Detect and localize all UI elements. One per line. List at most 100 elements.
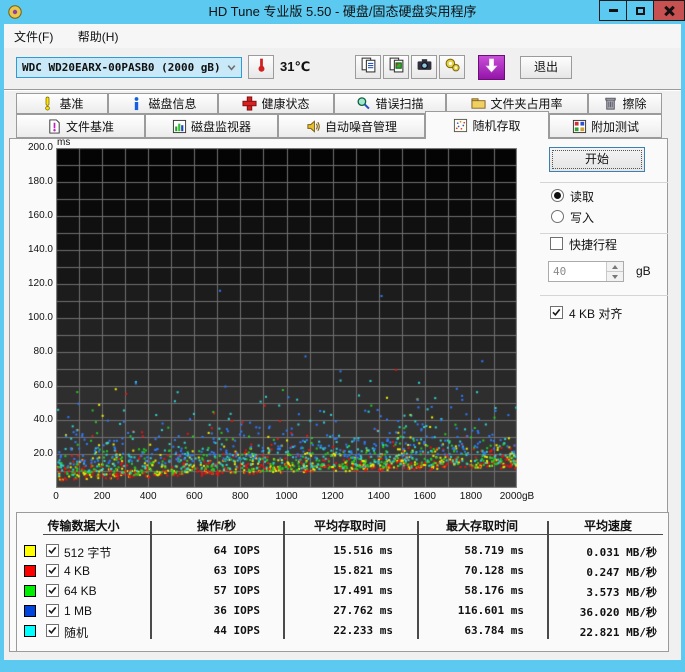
tab-label: 文件夹占用率 [490,97,563,111]
tab-random-access[interactable]: 随机存取 [425,111,549,139]
options-icon [444,56,461,78]
tab-label: 自动噪音管理 [324,119,397,134]
x-tick-label: 400 [139,491,157,502]
folder-usage-icon [471,96,487,111]
drive-selector-value: WDC WD20EARX-00PASB0 (2000 gB) [22,61,221,74]
tab-extra-tests[interactable]: 附加测试 [549,114,662,138]
tab-label: 随机存取 [472,119,521,133]
update-button[interactable] [478,55,505,80]
disk-info-icon [129,96,144,111]
series-checkbox[interactable] [46,564,59,577]
table-header: 传输数据大小 [47,519,120,533]
close-icon [664,6,674,16]
menu-file[interactable]: 文件(F) [4,24,63,49]
tab-erase[interactable]: 擦除 [588,93,662,114]
spinner-up-button[interactable] [607,262,623,272]
read-radio[interactable] [551,189,564,202]
erase-icon [603,96,618,111]
iops-value: 64 IOPS [213,544,260,557]
temperature-button[interactable] [248,55,274,79]
series-label: 随机 [64,626,89,640]
camera-icon [416,56,433,78]
x-tick-label: 1400 [367,491,390,502]
tab-benchmark[interactable]: 基准 [16,93,108,114]
tab-label: 磁盘监视器 [190,119,251,134]
menu-bar: 文件(F) 帮助(H) [4,24,681,48]
copy-text-button[interactable] [355,55,381,79]
tab-label: 基准 [59,97,84,111]
maximize-button[interactable] [626,0,654,21]
drive-selector[interactable]: WDC WD20EARX-00PASB0 (2000 gB) [16,57,242,78]
panel-divider [540,233,668,234]
x-tick-label: 1600 [413,491,436,502]
tab-disk-monitor[interactable]: 磁盘监视器 [145,114,278,138]
tab-label: 健康状态 [261,97,310,111]
x-tick-label: 0 [53,491,59,502]
options-button[interactable] [439,55,465,79]
arrow-up-icon [612,264,618,269]
short-stroke-checkbox[interactable] [550,237,563,250]
y-tick-label: 120.0 [27,278,53,289]
avg-access-time-value: 27.762 ms [333,604,393,617]
file-benchmark-icon [47,118,62,134]
avg-access-time-value: 15.821 ms [333,564,393,577]
x-tick-label: 2000gB [499,491,535,502]
minimize-button[interactable] [599,0,627,21]
iops-value: 57 IOPS [213,584,260,597]
exit-button[interactable]: 退出 [520,56,572,79]
series-checkbox[interactable] [46,604,59,617]
max-access-time-value: 63.784 ms [464,624,524,637]
table-header: 平均存取时间 [313,519,386,533]
random-access-scatter-chart [56,148,517,488]
spinner-down-button[interactable] [607,272,623,281]
series-label: 1 MB [64,604,93,618]
y-tick-label: 180.0 [27,176,53,187]
table-row: 1 MB 36 IOPS 27.762 ms 116.601 ms 36.020 MB/… [17,601,668,621]
align-4kb-checkbox[interactable] [550,306,563,319]
y-axis-unit: ms [57,137,71,148]
max-access-time-value: 58.176 ms [464,584,524,597]
y-tick-label: 20.0 [33,448,53,459]
tab-label: 错误扫描 [375,97,424,111]
tab-label: 文件基准 [65,119,114,134]
stroke-size-spinner[interactable]: 40 [548,261,624,282]
extra-tests-icon [572,119,587,134]
iops-value: 36 IOPS [213,604,260,617]
iops-value: 63 IOPS [213,564,260,577]
x-tick-label: 1800 [459,491,483,502]
tab-aam[interactable]: 自动噪音管理 [278,114,425,138]
series-label: 512 字节 [64,546,112,560]
series-checkbox[interactable] [46,544,59,557]
titlebar[interactable]: HD Tune 专业版 5.50 - 硬盘/固态硬盘实用程序 [0,0,685,24]
avg-access-time-value: 17.491 ms [333,584,393,597]
arrow-down-icon [612,274,618,279]
series-checkbox[interactable] [46,624,59,637]
max-access-time-value: 70.128 ms [464,564,524,577]
tab-disk-info[interactable]: 磁盘信息 [108,93,218,114]
tab-label: 擦除 [622,97,647,111]
panel-divider [540,182,668,183]
copy-text-icon [360,56,377,78]
avg-speed-value: 36.020 MB/秒 [579,606,657,619]
menu-help[interactable]: 帮助(H) [68,24,129,49]
results-table: 传输数据大小 操作/秒 平均存取时间 最大存取时间 平均速度 512 字节 64 IOPS 1… [16,512,669,652]
aam-icon [306,119,321,134]
series-color-swatch [24,585,36,597]
copy-image-button[interactable] [383,55,409,79]
random-access-icon [453,118,468,133]
screenshot-button[interactable] [411,55,437,79]
minimize-icon [608,9,618,12]
maximize-icon [635,6,645,15]
y-tick-label: 40.0 [33,414,53,425]
y-tick-label: 80.0 [33,346,53,357]
table-row: 512 字节 64 IOPS 15.516 ms 58.719 ms 0.031 MB/… [17,541,668,561]
copy-image-icon [388,56,405,78]
thermometer-icon [253,56,270,78]
y-tick-label: 100.0 [27,312,53,323]
write-radio[interactable] [551,210,564,223]
start-button[interactable]: 开始 [549,147,645,172]
tab-health[interactable]: 健康状态 [218,93,334,114]
close-button[interactable] [653,0,685,21]
tab-file-benchmark[interactable]: 文件基准 [16,114,145,138]
series-checkbox[interactable] [46,584,59,597]
